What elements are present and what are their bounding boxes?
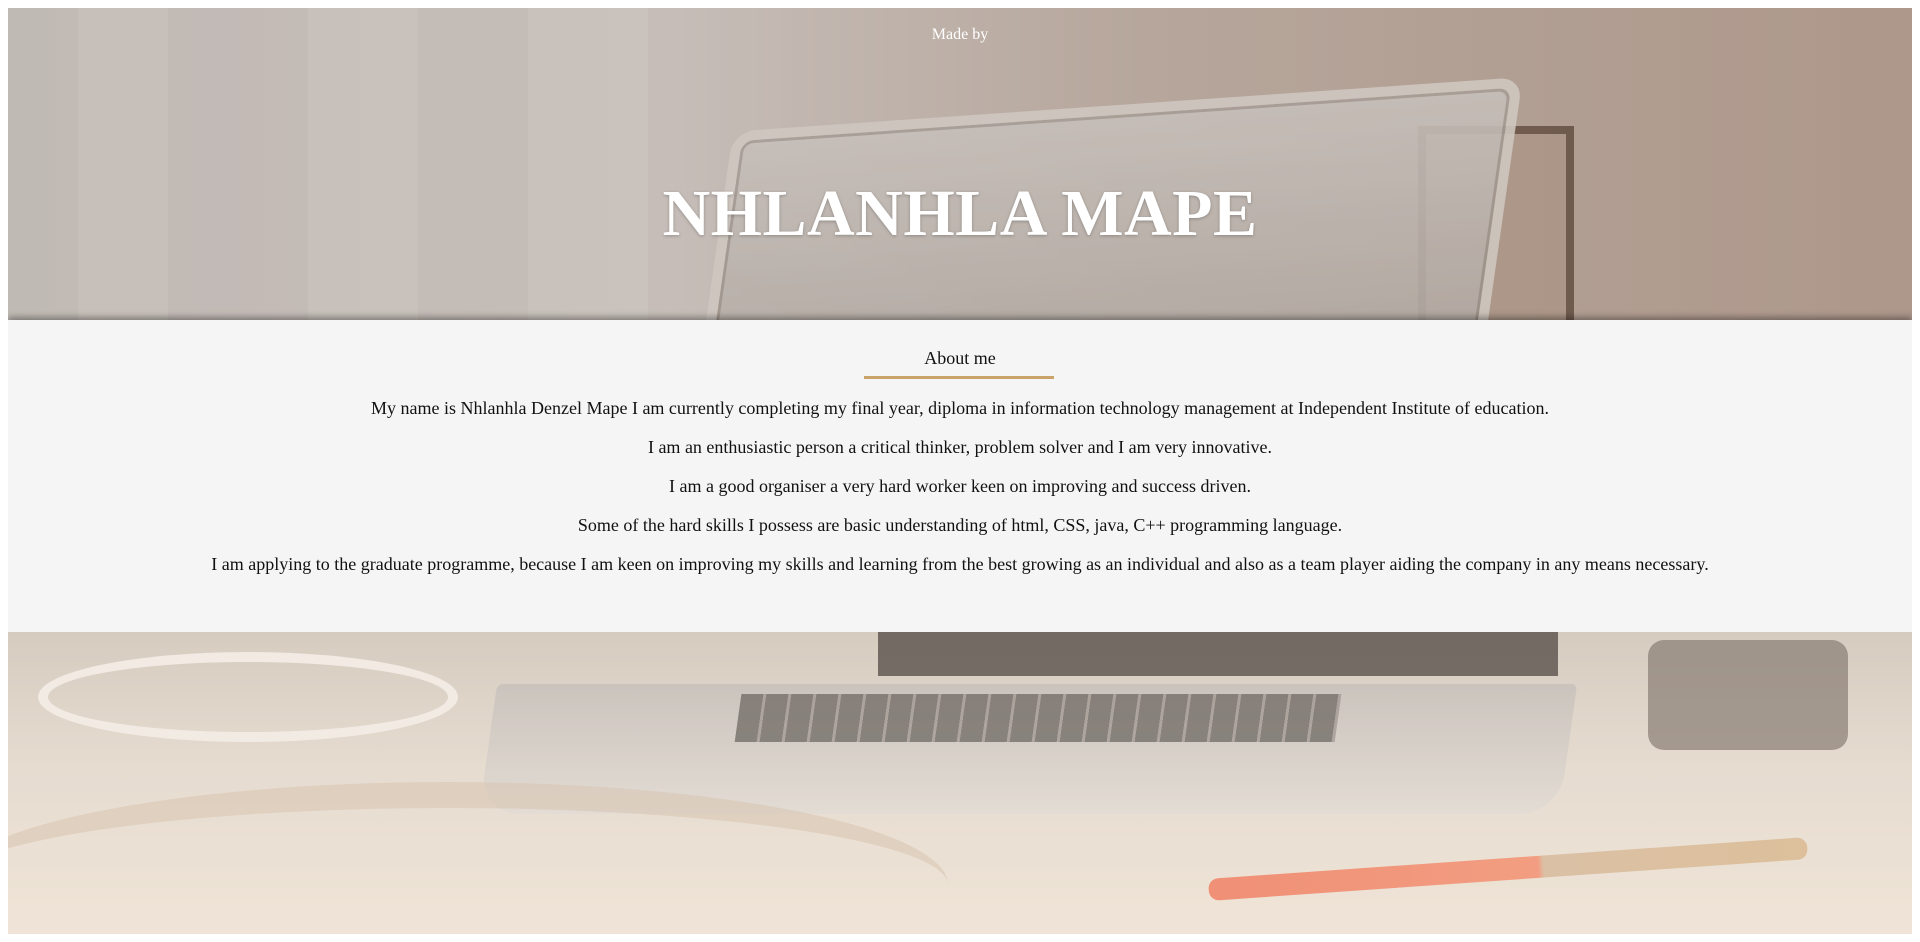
about-paragraph: Some of the hard skills I possess are ba…: [577, 515, 1343, 535]
about-heading: About me: [924, 348, 996, 368]
footer-desk-image: [8, 632, 1912, 934]
about-paragraph: I am applying to the graduate programme,…: [211, 554, 1709, 574]
hero-overlay: [8, 8, 1912, 320]
about-heading-underline: [864, 376, 1054, 379]
about-paragraph: I am a good organiser a very hard worker…: [669, 476, 1251, 496]
about-text: My name is Nhlanhla Denzel Mape I am cur…: [8, 396, 1912, 591]
desk-overlay: [8, 632, 1912, 934]
author-name-title: NHLANHLA MAPE: [662, 177, 1258, 250]
made-by-label: Made by: [931, 26, 989, 43]
about-paragraph: I am an enthusiastic person a critical t…: [647, 437, 1273, 457]
page-frame: Made by NHLANHLA MAPE About me My name i…: [8, 8, 1912, 934]
hero-banner: Made by NHLANHLA MAPE: [8, 8, 1912, 320]
about-section: About me My name is Nhlanhla Denzel Mape…: [8, 320, 1912, 632]
about-paragraph: My name is Nhlanhla Denzel Mape I am cur…: [371, 398, 1549, 418]
